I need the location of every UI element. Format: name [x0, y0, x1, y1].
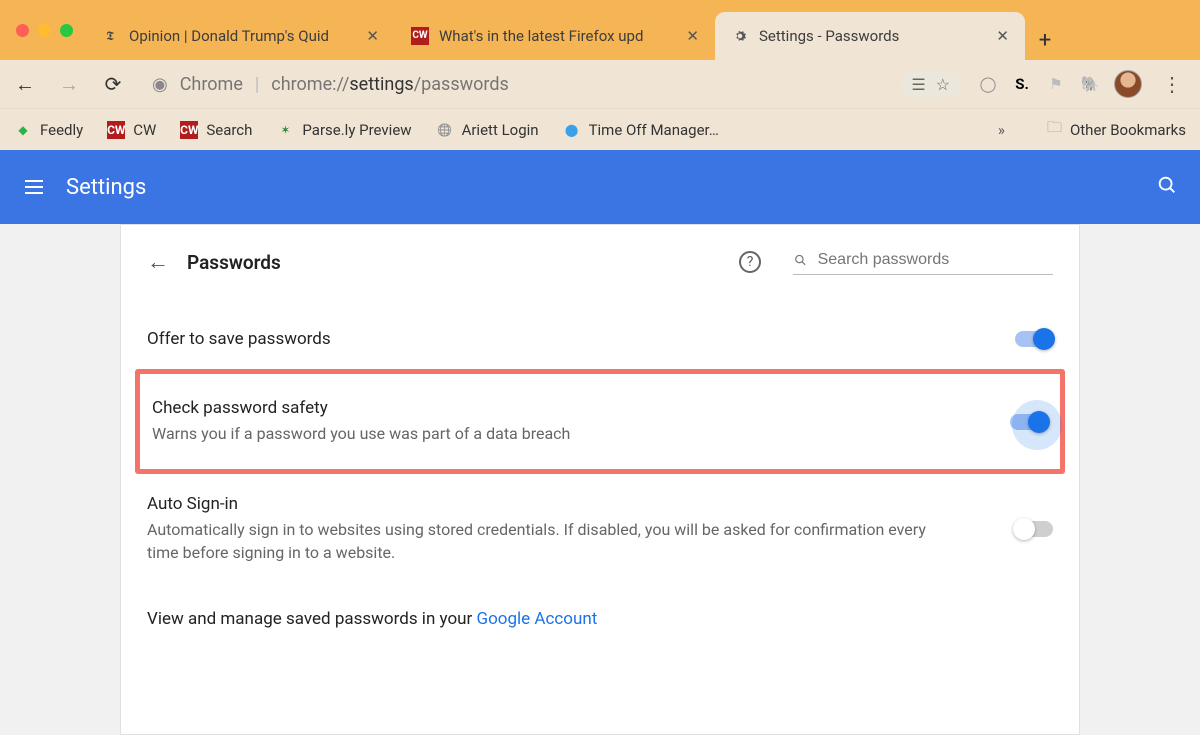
settings-header: Settings: [0, 150, 1200, 224]
bookmark-label: Search: [206, 121, 252, 139]
setting-description: Automatically sign in to websites using …: [147, 518, 927, 564]
close-window-button[interactable]: [16, 24, 29, 37]
bookmark-parsely[interactable]: Parse.ly Preview: [276, 121, 411, 139]
maximize-window-button[interactable]: [60, 24, 73, 37]
profile-avatar[interactable]: [1114, 70, 1142, 98]
tab-title: What's in the latest Firefox upd: [439, 27, 676, 45]
url-path-strong: settings: [349, 74, 413, 95]
minimize-window-button[interactable]: [38, 24, 51, 37]
traffic-lights: [0, 24, 85, 37]
gear-favicon-icon: [731, 27, 749, 45]
bookmark-label: Time Off Manager…: [589, 121, 719, 139]
search-icon: [793, 252, 808, 268]
back-button[interactable]: ←: [12, 72, 38, 97]
setting-description: Warns you if a password you use was part…: [152, 422, 932, 445]
parsely-icon: [276, 121, 294, 139]
search-passwords-input[interactable]: [816, 250, 1053, 270]
extension-icon[interactable]: S.: [1012, 74, 1032, 94]
check-safety-toggle[interactable]: [1010, 414, 1048, 430]
tab-title: Settings - Passwords: [759, 27, 986, 45]
settings-search-button[interactable]: [1156, 174, 1178, 200]
close-tab-icon[interactable]: ✕: [686, 27, 699, 45]
setting-title: Auto Sign-in: [147, 494, 1015, 514]
menu-button[interactable]: [22, 175, 46, 199]
url-suffix: /passwords: [414, 74, 509, 95]
tab-strip: Opinion | Donald Trump's Quid ✕ CW What'…: [85, 0, 1200, 60]
extension-icon[interactable]: ◯: [978, 74, 998, 94]
bookmark-cw[interactable]: CW CW: [107, 121, 156, 139]
settings-content: ← Passwords ? Offer to save passwords Ch…: [0, 224, 1200, 735]
browser-toolbar: ← → ⟳ ◉ Chrome | chrome://settings/passw…: [0, 60, 1200, 108]
bookmark-timeoff[interactable]: ⬤ Time Off Manager…: [563, 121, 719, 139]
address-bar[interactable]: ◉ Chrome | chrome://settings/passwords: [144, 74, 883, 95]
passwords-card: ← Passwords ? Offer to save passwords Ch…: [120, 224, 1080, 735]
other-bookmarks-folder[interactable]: 🗀 Other Bookmarks: [1047, 117, 1186, 142]
omnibox-pill: ☰ ☆: [901, 71, 960, 98]
close-tab-icon[interactable]: ✕: [366, 27, 379, 45]
extension-flag-icon[interactable]: ⚑: [1046, 74, 1066, 94]
url-separator: |: [255, 74, 259, 95]
bookmark-search[interactable]: CW Search: [180, 121, 252, 139]
other-bookmarks-label: Other Bookmarks: [1070, 121, 1186, 139]
tab-settings-passwords[interactable]: Settings - Passwords ✕: [715, 12, 1025, 60]
bookmark-label: Feedly: [40, 121, 83, 139]
reload-button[interactable]: ⟳: [100, 72, 126, 96]
bookmark-feedly[interactable]: ◆ Feedly: [14, 121, 83, 139]
globe-icon: [436, 121, 454, 139]
search-passwords-field[interactable]: [793, 250, 1053, 275]
back-arrow-button[interactable]: ←: [147, 249, 169, 275]
bookmark-ariett[interactable]: Ariett Login: [436, 121, 539, 139]
page-title: Passwords: [187, 251, 281, 274]
bookmarks-overflow-button[interactable]: »: [998, 121, 1005, 139]
bookmark-label: Ariett Login: [462, 121, 539, 139]
setting-auto-signin: Auto Sign-in Automatically sign in to we…: [147, 476, 1053, 582]
cw-icon: CW: [107, 121, 125, 139]
bookmark-label: Parse.ly Preview: [302, 121, 411, 139]
folder-icon: 🗀: [1047, 117, 1062, 142]
nyt-favicon-icon: [101, 27, 119, 45]
url-prefix: chrome://: [271, 74, 349, 95]
setting-check-safety: Check password safety Warns you if a pas…: [152, 380, 1048, 463]
footer-text: View and manage saved passwords in your: [147, 609, 477, 629]
droplet-icon: ⬤: [563, 121, 581, 139]
offer-save-toggle[interactable]: [1015, 331, 1053, 347]
tab-title: Opinion | Donald Trump's Quid: [129, 27, 356, 45]
forward-button[interactable]: →: [56, 72, 82, 97]
help-icon[interactable]: ?: [739, 251, 761, 273]
bookmark-star-icon[interactable]: ☆: [936, 75, 950, 94]
tab-opinion[interactable]: Opinion | Donald Trump's Quid ✕: [85, 12, 395, 60]
extension-evernote-icon[interactable]: 🐘: [1080, 74, 1100, 94]
close-tab-icon[interactable]: ✕: [996, 27, 1009, 45]
url-scheme-label: Chrome: [180, 74, 243, 95]
site-info-icon[interactable]: ◉: [152, 74, 168, 95]
auto-signin-toggle[interactable]: [1015, 521, 1053, 537]
setting-title: Check password safety: [152, 398, 1010, 418]
google-account-link[interactable]: Google Account: [477, 609, 598, 629]
window-chrome: Opinion | Donald Trump's Quid ✕ CW What'…: [0, 0, 1200, 60]
tab-firefox-article[interactable]: CW What's in the latest Firefox upd ✕: [395, 12, 715, 60]
setting-offer-save: Offer to save passwords: [147, 311, 1053, 367]
setting-title: Offer to save passwords: [147, 329, 1015, 349]
bookmarks-bar: ◆ Feedly CW CW CW Search Parse.ly Previe…: [0, 108, 1200, 150]
card-header: ← Passwords ?: [147, 249, 1053, 275]
google-account-link-row: View and manage saved passwords in your …: [147, 583, 1053, 629]
reader-mode-icon[interactable]: ☰: [911, 75, 925, 94]
omnibox-actions: ☰ ☆: [901, 71, 960, 98]
extension-icons: ◯ S. ⚑ 🐘 ⋮: [978, 70, 1188, 98]
feedly-icon: ◆: [14, 121, 32, 139]
cw-favicon-icon: CW: [411, 27, 429, 45]
settings-header-title: Settings: [66, 175, 1156, 200]
browser-menu-button[interactable]: ⋮: [1156, 72, 1188, 96]
new-tab-button[interactable]: +: [1025, 20, 1065, 60]
cw-icon: CW: [180, 121, 198, 139]
bookmark-label: CW: [133, 121, 156, 139]
highlighted-setting: Check password safety Warns you if a pas…: [135, 369, 1065, 474]
